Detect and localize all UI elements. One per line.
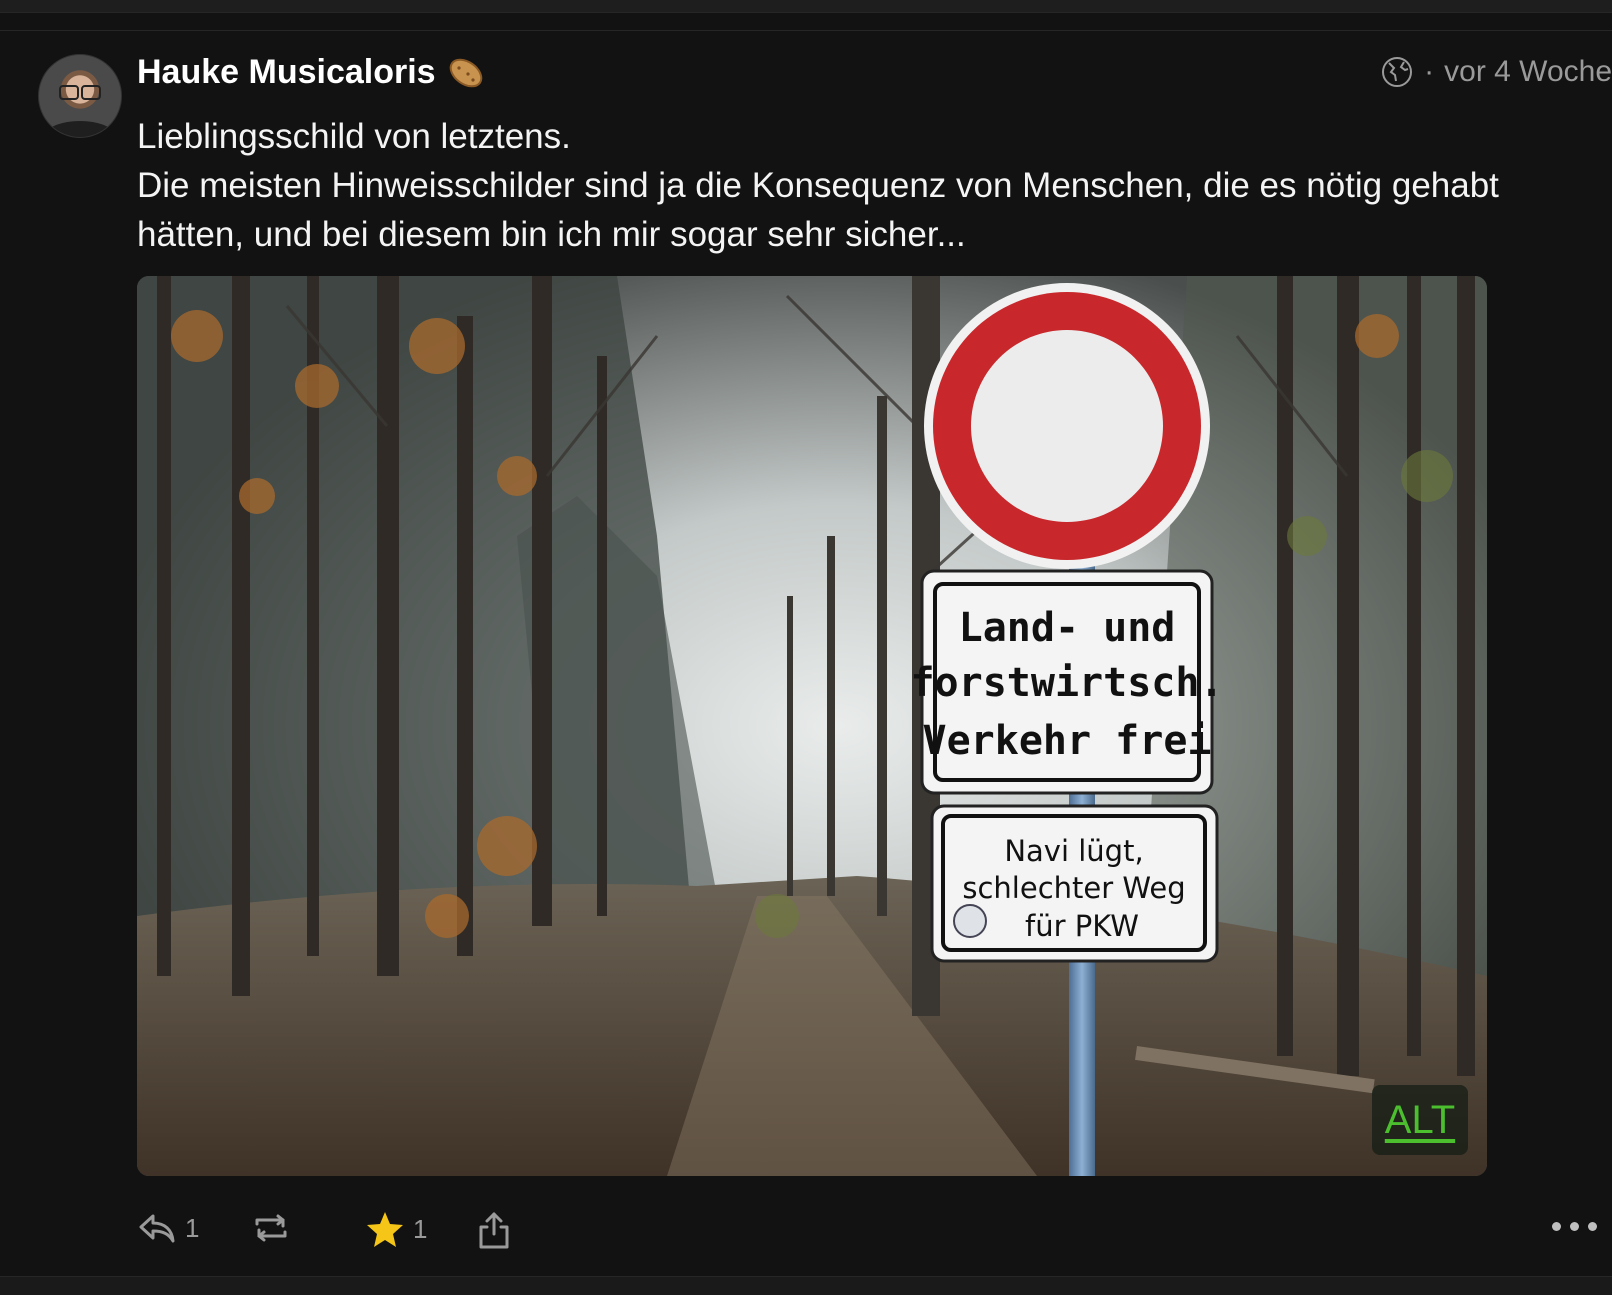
- favourite-button[interactable]: 1: [365, 1210, 427, 1248]
- dot-icon: [1552, 1222, 1561, 1231]
- action-bar: 1 1: [137, 1210, 1597, 1260]
- sign-main-line: Verkehr frei: [923, 718, 1212, 764]
- boost-icon: [249, 1210, 293, 1246]
- dot-icon: [1570, 1222, 1579, 1231]
- post-meta: · vor 4 Woche: [1380, 55, 1612, 89]
- alt-text-button[interactable]: ALT: [1372, 1085, 1468, 1155]
- sign-main-line: forstwirtsch.: [910, 660, 1223, 706]
- favourite-count: 1: [413, 1213, 428, 1244]
- avatar-glasses: [59, 85, 101, 100]
- potato-emoji-icon: [446, 58, 486, 88]
- sign-extra-line: für PKW: [1025, 909, 1139, 943]
- alt-label: ALT: [1384, 1097, 1456, 1142]
- sign-extra-line: Navi lügt,: [1004, 834, 1143, 868]
- avatar-shirt: [47, 121, 113, 137]
- divider: [0, 30, 1612, 31]
- sign-extra-line: schlechter Weg: [962, 871, 1185, 905]
- reply-button[interactable]: 1: [137, 1210, 199, 1246]
- star-icon: [365, 1210, 405, 1248]
- author-name[interactable]: Hauke Musicaloris: [137, 53, 436, 92]
- boost-button[interactable]: [249, 1210, 293, 1246]
- post-image[interactable]: Land- und forstwirtsch. Verkehr frei Nav…: [137, 276, 1487, 1176]
- post-text-line: Die meisten Hinweisschilder sind ja die …: [137, 166, 1499, 254]
- reply-count: 1: [185, 1212, 200, 1243]
- more-options-button[interactable]: [1552, 1222, 1597, 1231]
- sign-main-line: Land- und: [959, 605, 1176, 651]
- avatar[interactable]: [38, 54, 122, 138]
- top-bar: [0, 0, 1612, 13]
- meta-separator: ·: [1424, 55, 1435, 88]
- post-timestamp[interactable]: vor 4 Woche: [1444, 55, 1612, 89]
- globe-icon[interactable]: [1380, 55, 1414, 89]
- post-text-line: Lieblingsschild von letztens.: [137, 117, 571, 156]
- share-icon: [477, 1210, 511, 1250]
- bottom-divider: [0, 1276, 1612, 1295]
- dot-icon: [1588, 1222, 1597, 1231]
- author[interactable]: Hauke Musicaloris: [137, 53, 486, 92]
- share-button[interactable]: [477, 1210, 511, 1250]
- post-text: Lieblingsschild von letztens. Die meiste…: [137, 112, 1577, 259]
- reply-icon: [137, 1210, 177, 1246]
